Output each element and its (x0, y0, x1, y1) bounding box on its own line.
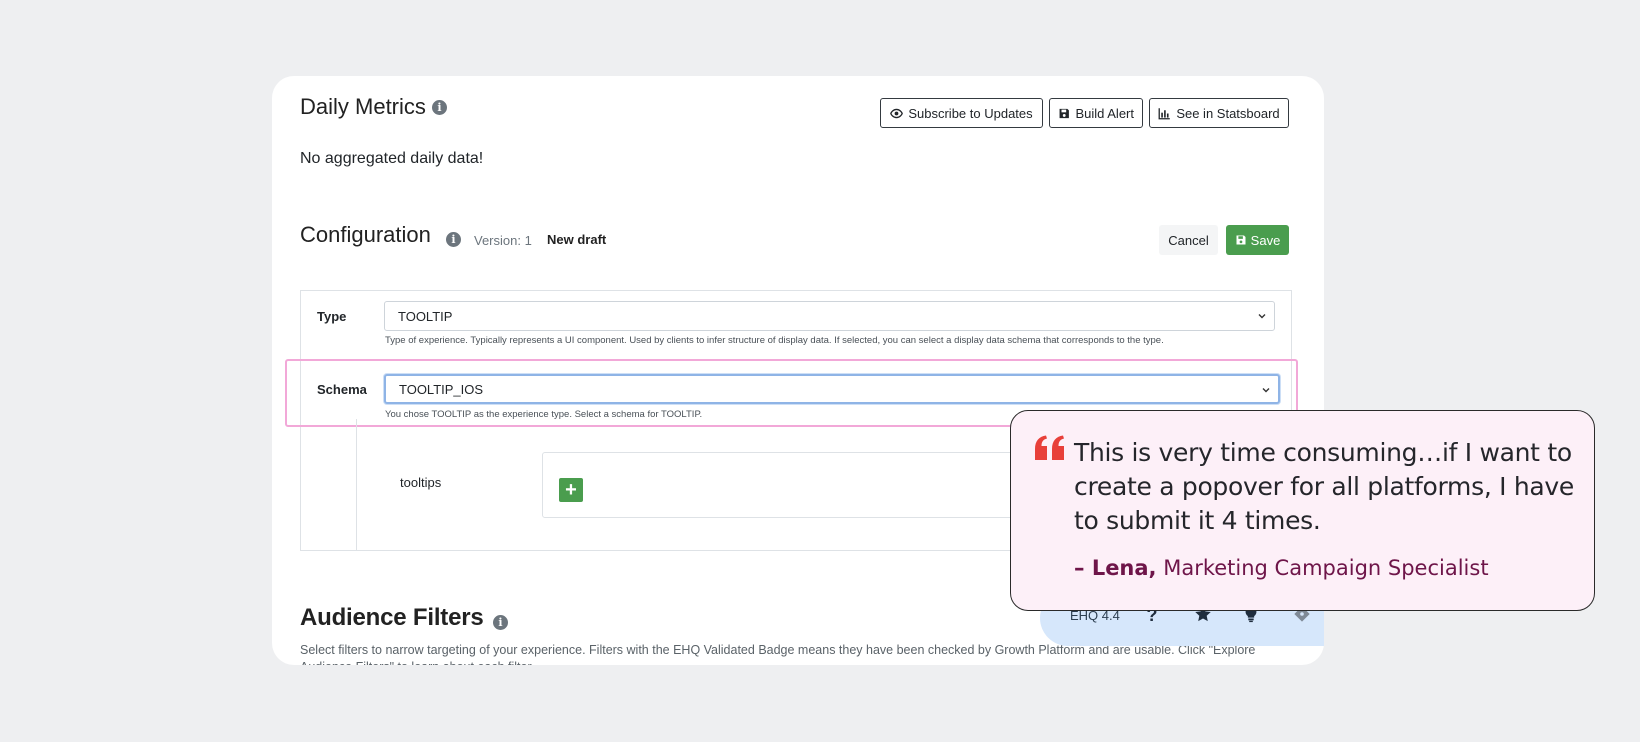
build-alert-label: Build Alert (1075, 105, 1134, 121)
floppy-disk-icon (1059, 108, 1069, 118)
subscribe-label: Subscribe to Updates (908, 105, 1033, 121)
info-icon[interactable]: i (493, 615, 508, 630)
save-label: Save (1250, 232, 1281, 248)
save-button[interactable]: Save (1226, 225, 1289, 255)
type-select[interactable]: TOOLTIP (384, 301, 1275, 331)
statsboard-button[interactable]: See in Statsboard (1149, 98, 1289, 128)
version-label: Version: 1 (474, 233, 532, 248)
schema-select-value: TOOLTIP_IOS (399, 381, 484, 397)
tooltips-label: tooltips (400, 475, 442, 490)
build-alert-button[interactable]: Build Alert (1049, 98, 1143, 128)
quote-mark-icon (1035, 435, 1064, 460)
quote-text: This is very time consuming…if I want to… (1074, 438, 1574, 535)
info-icon[interactable]: i (446, 232, 461, 247)
type-help-text: Type of experience. Typically represents… (385, 335, 1164, 346)
add-tooltip-button[interactable]: + (559, 478, 583, 502)
quote-attribution: – Lena, Marketing Campaign Specialist (1074, 556, 1489, 580)
audience-filters-title: Audience Filters (300, 604, 484, 631)
statsboard-label: See in Statsboard (1176, 105, 1280, 121)
type-select-value: TOOLTIP (398, 308, 453, 324)
quote-author-name: Lena, (1091, 556, 1157, 580)
cancel-button[interactable]: Cancel (1159, 225, 1218, 255)
schema-label: Schema (317, 382, 367, 397)
type-label: Type (317, 309, 347, 324)
bar-chart-icon (1158, 107, 1171, 119)
eye-icon (890, 108, 904, 118)
floppy-disk-icon (1236, 235, 1246, 245)
tooltips-container (542, 452, 1042, 518)
subscribe-button[interactable]: Subscribe to Updates (880, 98, 1043, 128)
quote-dash: – (1074, 556, 1092, 580)
quote-author-role: Marketing Campaign Specialist (1156, 556, 1489, 580)
empty-daily-data-message: No aggregated daily data! (300, 150, 484, 167)
nested-divider (356, 419, 357, 550)
configuration-title: Configuration (300, 222, 431, 247)
chevron-down-icon (1258, 314, 1266, 319)
daily-metrics-title: Daily Metrics (300, 94, 426, 119)
schema-select[interactable]: TOOLTIP_IOS (384, 374, 1280, 404)
schema-help-text: You chose TOOLTIP as the experience type… (385, 409, 703, 420)
info-icon[interactable]: i (432, 100, 447, 115)
chevron-down-icon (1262, 388, 1270, 393)
draft-status: New draft (547, 232, 607, 247)
